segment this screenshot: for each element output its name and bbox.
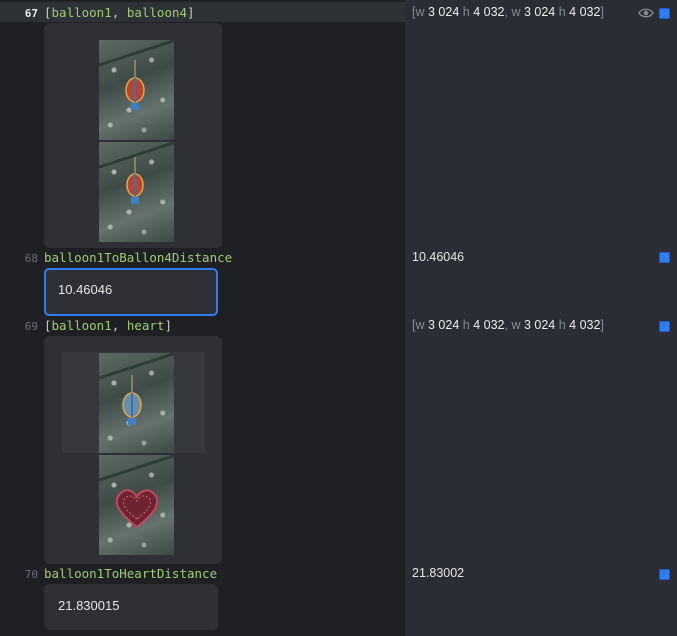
line-number: 70: [24, 568, 38, 581]
balloon-image-thumbnail: [99, 142, 174, 242]
code-line[interactable]: balloon1ToBallon4Distance: [44, 250, 232, 265]
image-preview-card[interactable]: [44, 23, 222, 248]
balloon-image-thumbnail: [99, 40, 174, 140]
image-preview-card[interactable]: [44, 336, 222, 564]
value-preview-box[interactable]: 10.46046: [44, 268, 218, 316]
code-bracket: [: [44, 5, 52, 20]
heart-ornament-icon: [115, 489, 159, 529]
code-separator: ,: [111, 318, 127, 333]
pin-result-icon[interactable]: [659, 252, 670, 263]
balloon-ornament-icon: [122, 375, 142, 425]
code-editor[interactable]: 67 [balloon1, balloon4] 68 balloon1ToBal…: [0, 0, 405, 636]
code-identifier: balloon1: [51, 318, 112, 333]
eye-icon[interactable]: [638, 7, 654, 19]
result-value: 10.46046: [412, 250, 465, 264]
code-line[interactable]: [balloon1, balloon4]: [44, 5, 195, 20]
code-bracket: [: [44, 318, 52, 333]
result-value: [w 3 024 h 4 032, w 3 024 h 4 032]: [412, 318, 604, 332]
line-number: 68: [24, 252, 38, 265]
line-number: 67: [24, 7, 38, 20]
code-identifier: heart: [126, 318, 165, 333]
pin-result-icon[interactable]: [659, 321, 670, 332]
balloon-image-thumbnail: [99, 353, 174, 453]
code-line[interactable]: [balloon1, heart]: [44, 318, 172, 333]
code-identifier: balloon1: [51, 5, 112, 20]
pin-result-icon[interactable]: [659, 569, 670, 580]
balloon-ornament-icon: [126, 157, 144, 204]
code-bracket: ]: [164, 318, 172, 333]
code-identifier: balloon4: [126, 5, 188, 20]
result-value: [w 3 024 h 4 032, w 3 024 h 4 032]: [412, 5, 604, 19]
code-bracket: ]: [187, 5, 195, 20]
value-preview-box[interactable]: 21.830015: [44, 584, 218, 630]
line-number: 69: [24, 320, 38, 333]
result-value: 21.83002: [412, 566, 465, 580]
code-separator: ,: [111, 5, 127, 20]
balloon-ornament-icon: [125, 60, 145, 110]
code-line[interactable]: balloon1ToHeartDistance: [44, 566, 217, 581]
heart-image-thumbnail: [99, 455, 174, 555]
pin-result-icon[interactable]: [659, 8, 670, 19]
